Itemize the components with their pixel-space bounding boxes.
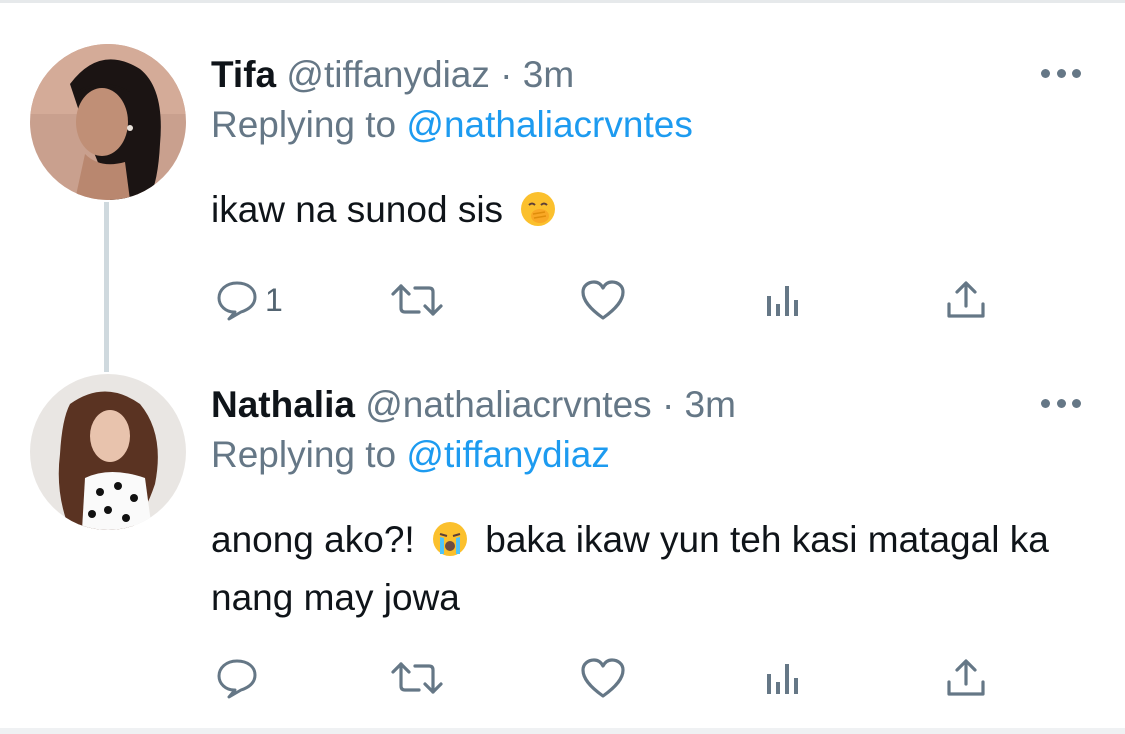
replying-to: Replying to @nathaliacrvntes (211, 100, 693, 150)
like-button[interactable] (579, 650, 627, 706)
more-horizontal-icon[interactable] (1041, 396, 1081, 410)
retweet-icon (391, 662, 443, 694)
separator-dot: · (661, 384, 675, 425)
tweet[interactable]: Tifa @tiffanydiaz · 3m Replying to @nath… (0, 44, 1125, 334)
analytics-button[interactable] (764, 272, 804, 328)
user-handle[interactable]: @tiffanydiaz (286, 54, 489, 95)
tweet[interactable]: Nathalia @nathaliacrvntes · 3m Replying … (0, 374, 1125, 714)
loudly-crying-face-icon (431, 520, 469, 572)
avatar[interactable] (30, 44, 186, 200)
replying-to-label: Replying to (211, 434, 397, 475)
replying-to: Replying to @tiffanydiaz (211, 430, 610, 480)
more-horizontal-icon[interactable] (1041, 66, 1081, 80)
mention-link[interactable]: @tiffanydiaz (406, 434, 609, 475)
reply-thread: Tifa @tiffanydiaz · 3m Replying to @nath… (0, 0, 1125, 734)
analytics-icon (767, 286, 798, 316)
timestamp[interactable]: 3m (685, 384, 736, 425)
analytics-icon (767, 664, 798, 694)
tweet-text: ikaw na sunod sis (211, 184, 563, 242)
share-icon (947, 281, 985, 318)
heart-icon (581, 658, 625, 698)
like-button[interactable] (579, 272, 627, 328)
top-divider (0, 0, 1125, 3)
reply-count: 1 (265, 281, 283, 318)
retweet-icon (391, 284, 443, 316)
tweet-text-before-emoji: anong ako?! (211, 519, 415, 560)
reply-button[interactable] (215, 650, 259, 706)
user-handle[interactable]: @nathaliacrvntes (365, 384, 651, 425)
display-name[interactable]: Tifa (211, 54, 276, 95)
face-with-hand-over-mouth-icon (519, 190, 557, 242)
retweet-button[interactable] (389, 272, 445, 328)
replying-to-label: Replying to (211, 104, 397, 145)
tweet-actions (211, 650, 1011, 706)
tweet-header: Nathalia @nathaliacrvntes · 3m (211, 380, 736, 430)
tweet-text-content: ikaw na sunod sis (211, 189, 504, 230)
tweet-header: Tifa @tiffanydiaz · 3m (211, 50, 574, 100)
tweet-actions: 1 (211, 272, 1011, 328)
display-name[interactable]: Nathalia (211, 384, 355, 425)
avatar[interactable] (30, 374, 186, 530)
retweet-button[interactable] (389, 650, 445, 706)
mention-link[interactable]: @nathaliacrvntes (406, 104, 692, 145)
heart-icon (581, 280, 625, 320)
analytics-button[interactable] (764, 650, 804, 706)
share-button[interactable] (944, 272, 988, 328)
tweet-text: anong ako?! baka ikaw yun teh kasi matag… (211, 514, 1071, 624)
separator-dot: · (500, 54, 513, 95)
share-button[interactable] (944, 650, 988, 706)
reply-button[interactable]: 1 (215, 272, 283, 328)
reply-bubble-icon (217, 281, 257, 321)
bottom-divider (0, 728, 1125, 734)
timestamp[interactable]: 3m (523, 54, 574, 95)
reply-bubble-icon (217, 659, 257, 699)
share-icon (947, 659, 985, 696)
